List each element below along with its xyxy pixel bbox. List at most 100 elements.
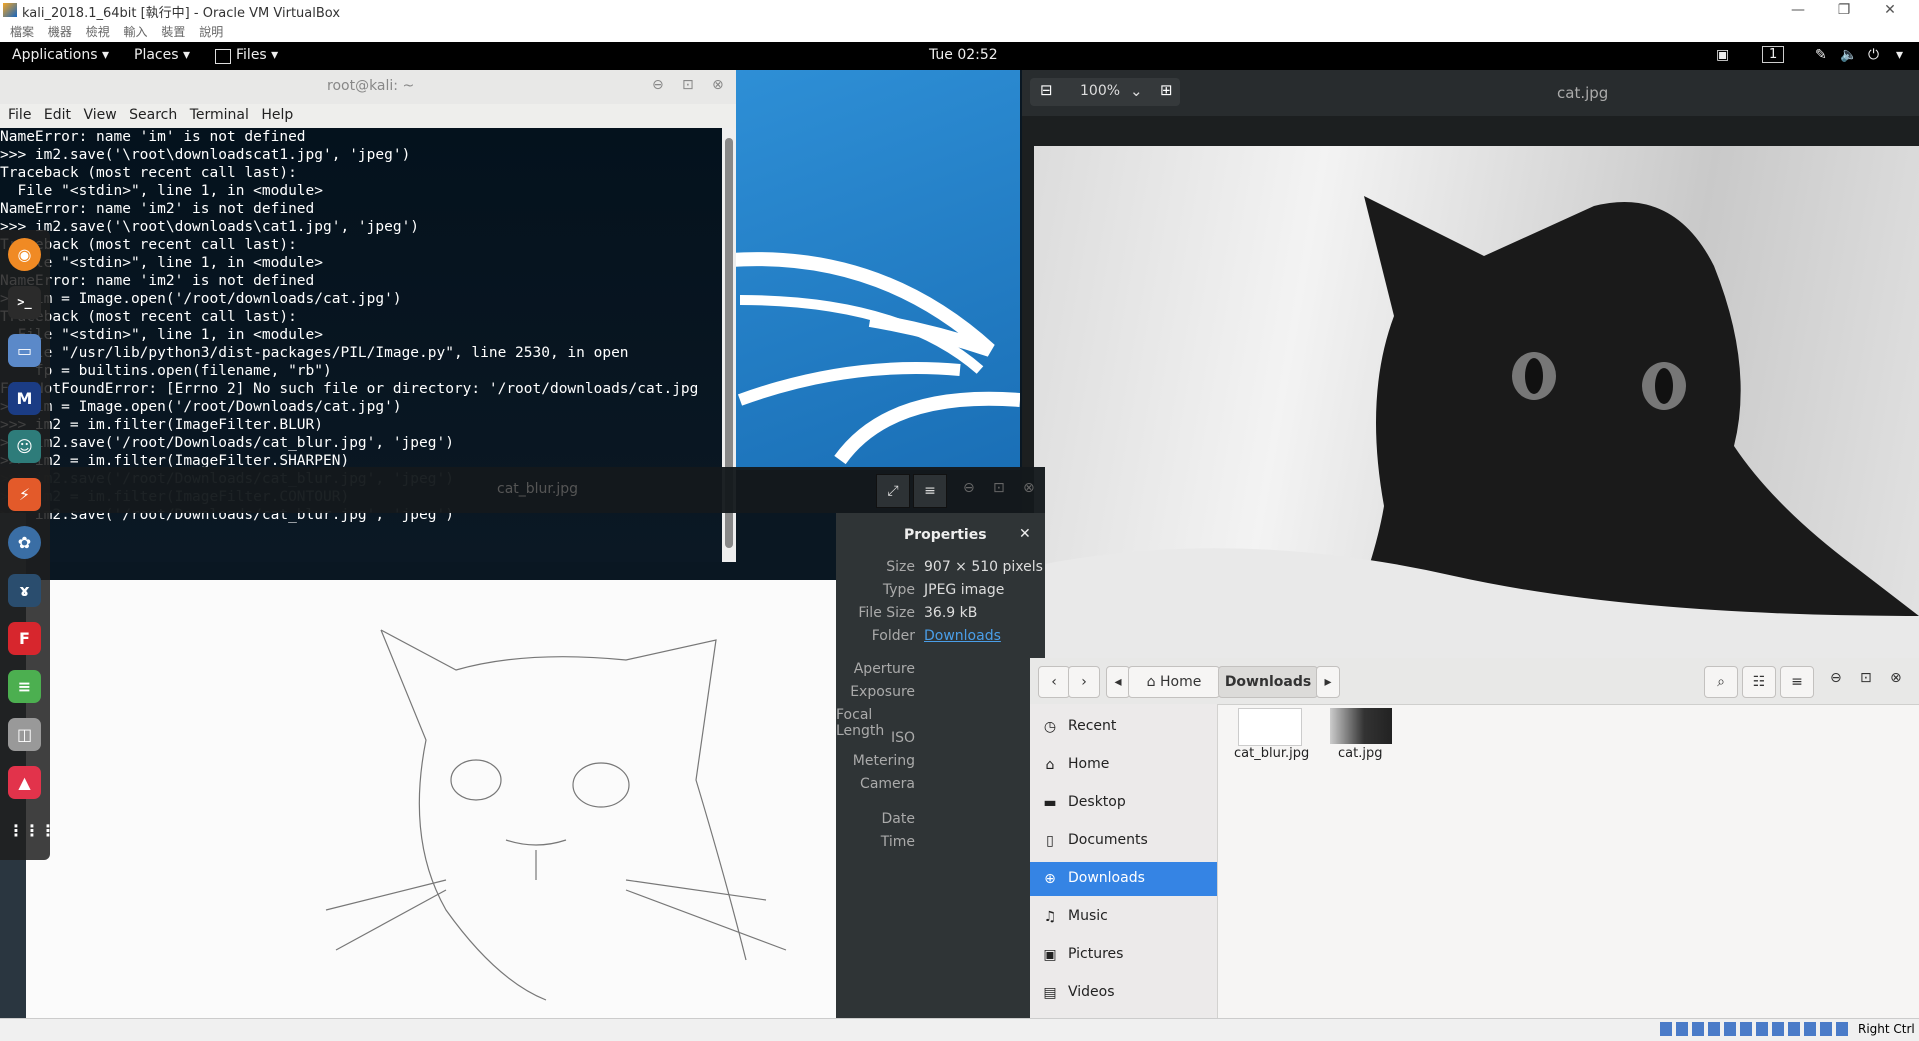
- faraday-icon[interactable]: F: [8, 622, 41, 655]
- maltego-icon[interactable]: ✿: [8, 526, 41, 559]
- terminal-app-icon[interactable]: >_: [8, 286, 41, 319]
- zoom-level[interactable]: 100%: [1080, 83, 1120, 99]
- chevron-down-icon[interactable]: ▾: [1896, 47, 1903, 63]
- power-icon[interactable]: ⏻: [1868, 47, 1879, 63]
- applications-menu[interactable]: Applications ▾: [12, 47, 109, 63]
- vbox-device-icons[interactable]: [1660, 1022, 1850, 1036]
- search-button[interactable]: ⌕: [1704, 666, 1738, 698]
- screenshot-icon[interactable]: ◫: [8, 718, 41, 751]
- terminal-menu-search[interactable]: Search: [129, 107, 177, 123]
- burpsuite-icon[interactable]: ⚡: [8, 478, 41, 511]
- close-properties-icon[interactable]: ✕: [1019, 526, 1031, 542]
- hamburger-menu-button[interactable]: ≡: [913, 474, 947, 508]
- close-icon[interactable]: ✕: [1867, 0, 1913, 20]
- minimize-icon[interactable]: ⊖: [1830, 670, 1842, 686]
- sidebar-item-music[interactable]: ♫ Music: [1030, 900, 1217, 934]
- cat-blur-thumbnail: [1238, 708, 1302, 746]
- terminal-menu-view[interactable]: View: [83, 107, 116, 123]
- close-icon[interactable]: ⊗: [1023, 480, 1035, 496]
- minimize-icon[interactable]: ⊖: [652, 77, 664, 93]
- vbox-menu-help[interactable]: 說明: [199, 23, 223, 40]
- path-home-button[interactable]: ⌂ Home: [1128, 666, 1220, 698]
- fullscreen-button[interactable]: ⤢: [876, 474, 910, 508]
- files-menu[interactable]: Files ▾: [236, 47, 278, 63]
- path-left-arrow[interactable]: ◂: [1106, 666, 1130, 698]
- path-right-arrow[interactable]: ▸: [1316, 666, 1340, 698]
- vbox-menu-input[interactable]: 輸入: [124, 23, 148, 40]
- minimize-icon[interactable]: —: [1775, 0, 1821, 20]
- workspace-indicator[interactable]: 1: [1762, 46, 1785, 63]
- maximize-icon[interactable]: ⊡: [682, 77, 694, 93]
- files-app-dash-icon[interactable]: ▭: [8, 334, 41, 367]
- prop-label-metering: Metering: [852, 753, 915, 769]
- close-icon[interactable]: ⊗: [712, 77, 724, 93]
- menu-button[interactable]: ≡: [1780, 666, 1814, 698]
- prop-label-file-size: File Size: [858, 605, 915, 621]
- path-downloads-button[interactable]: Downloads: [1218, 666, 1318, 698]
- sidebar-item-desktop[interactable]: ▬ Desktop: [1030, 786, 1217, 820]
- armitage-icon[interactable]: ☺: [8, 430, 41, 463]
- file-name: cat.jpg: [1338, 746, 1383, 761]
- terminal-menu-file[interactable]: File: [8, 107, 31, 123]
- vbox-menu-view[interactable]: 檢視: [86, 23, 110, 40]
- places-menu[interactable]: Places ▾: [134, 47, 190, 63]
- firefox-icon[interactable]: ◉: [8, 238, 41, 271]
- sidebar-item-pictures[interactable]: ▣ Pictures: [1030, 938, 1217, 972]
- terminal-line: FileNotFoundError: [Errno 2] No such fil…: [0, 381, 699, 397]
- pen-icon[interactable]: ✎: [1815, 47, 1827, 63]
- terminal-title-bar: root@kali: ~ ⊖ ⊡ ⊗: [0, 70, 736, 104]
- music-icon: ♫: [1043, 909, 1057, 925]
- back-button[interactable]: ‹: [1038, 666, 1070, 698]
- sidebar-item-downloads[interactable]: ⊕ Downloads: [1030, 862, 1217, 896]
- terminal-line: File "/usr/lib/python3/dist-packages/PIL…: [0, 345, 629, 361]
- terminal-menu-edit[interactable]: Edit: [44, 107, 71, 123]
- vbox-menu-file[interactable]: 檔案: [10, 23, 34, 40]
- documents-icon: ▯: [1046, 833, 1054, 849]
- gnome-top-bar: Applications ▾ Places ▾ Files ▾ Tue 02:5…: [0, 42, 1919, 70]
- zoom-out-button[interactable]: ⊟: [1040, 81, 1053, 99]
- vbox-menu-machine[interactable]: 機器: [48, 23, 72, 40]
- terminal-menu-help[interactable]: Help: [261, 107, 293, 123]
- text-editor-icon[interactable]: ≡: [8, 670, 41, 703]
- prop-label-aperture: Aperture: [853, 661, 915, 677]
- cat-viewer-title: cat.jpg: [1557, 84, 1609, 102]
- properties-heading: Properties: [904, 527, 987, 543]
- zoom-dropdown-icon[interactable]: ⌄: [1130, 82, 1143, 100]
- list-view-icon: ☷: [1752, 674, 1766, 690]
- kali-dragon-shape: [729, 252, 1021, 465]
- file-name: cat_blur.jpg: [1234, 746, 1310, 761]
- cat-thumbnail: [1330, 708, 1392, 744]
- image-viewer-icon[interactable]: ▲: [8, 766, 41, 799]
- terminal-line: File "<stdin>", line 1, in <module>: [0, 183, 324, 199]
- clock[interactable]: Tue 02:52: [929, 47, 998, 63]
- terminal-menu-terminal[interactable]: Terminal: [190, 107, 249, 123]
- close-icon[interactable]: ⊗: [1890, 670, 1902, 686]
- folder-link[interactable]: Downloads: [924, 628, 1001, 644]
- maximize-icon[interactable]: ⊡: [1860, 670, 1872, 686]
- terminal-line: >>> im = Image.open('/root/Downloads/cat…: [0, 399, 402, 415]
- prop-value-size: 907 × 510 pixels: [924, 559, 1043, 575]
- file-item[interactable]: cat.jpg: [1326, 706, 1396, 768]
- sidebar-item-home[interactable]: ⌂ Home: [1030, 748, 1217, 782]
- sidebar-item-documents[interactable]: ▯ Documents: [1030, 824, 1217, 858]
- sidebar-item-videos[interactable]: ▤ Videos: [1030, 976, 1217, 1010]
- videos-icon: ▤: [1043, 985, 1057, 1001]
- restore-icon[interactable]: ❐: [1821, 0, 1867, 20]
- file-item[interactable]: cat_blur.jpg: [1234, 706, 1310, 768]
- vbox-menu-devices[interactable]: 裝置: [161, 23, 185, 40]
- prop-label-exposure: Exposure: [850, 684, 915, 700]
- volume-icon[interactable]: 🔈: [1840, 47, 1857, 63]
- file-manager-header: ‹ › ◂ ⌂ Home Downloads ▸ ⌕ ☷ ≡ ⊖ ⊡ ⊗: [1030, 658, 1919, 705]
- metasploit-icon[interactable]: M: [8, 382, 41, 415]
- maximize-icon[interactable]: ⊡: [993, 480, 1005, 496]
- zoom-in-button[interactable]: ⊞: [1160, 81, 1173, 99]
- forward-button[interactable]: ›: [1068, 666, 1100, 698]
- recent-icon: ◷: [1043, 719, 1057, 735]
- show-apps-grid-icon[interactable]: ⋮⋮⋮: [8, 814, 56, 847]
- view-toggle-button[interactable]: ☷: [1742, 666, 1776, 698]
- beef-icon[interactable]: ɤ: [8, 574, 41, 607]
- sidebar-item-recent[interactable]: ◷ Recent: [1030, 710, 1217, 744]
- minimize-icon[interactable]: ⊖: [963, 480, 975, 496]
- sidebar-item-label: Desktop: [1068, 794, 1126, 810]
- screen-record-icon[interactable]: ▣: [1716, 47, 1729, 63]
